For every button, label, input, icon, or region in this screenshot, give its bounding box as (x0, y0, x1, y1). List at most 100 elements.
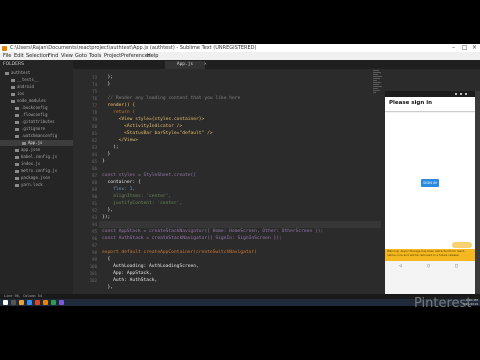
menu-file[interactable]: File (3, 52, 11, 60)
screen-title: Please sign in (389, 100, 433, 106)
code-line: <ActivityIndicator /> (102, 124, 183, 129)
file-icon (15, 176, 19, 180)
browser-icon[interactable] (27, 300, 32, 305)
code-line: }, (102, 285, 114, 290)
code-line: ); (102, 75, 114, 80)
line-number: 93 (92, 215, 97, 220)
menu-find[interactable]: Find (48, 52, 58, 60)
sidebar-item-app-json[interactable]: app.json (15, 147, 40, 153)
file-icon (15, 106, 19, 110)
sidebar-item-flowconfig[interactable]: .flowconfig (15, 112, 48, 118)
code-line: <StatusBar barStyle="default" /> (102, 131, 213, 136)
desktop-screen: C:\Users\Rajan\Documents\reactproject\au… (0, 44, 480, 306)
sublime-icon[interactable] (43, 300, 48, 305)
code-line: App: AppStack, (102, 271, 152, 276)
android-emulator[interactable]: Please sign in SIGN IN Warning: Async St… (385, 91, 475, 294)
sidebar-item-index-js[interactable]: index.js (15, 161, 40, 167)
sidebar-item-babel-config[interactable]: babel.config.js (15, 154, 57, 160)
close-button[interactable]: × (472, 44, 477, 52)
menu-preferences[interactable]: Preferences (121, 52, 150, 60)
line-number: 86 (92, 166, 97, 171)
menu-tools[interactable]: Tools (89, 52, 101, 60)
current-line-highlight (99, 221, 381, 228)
folder-open-icon (5, 71, 9, 75)
warning-chip[interactable] (452, 242, 472, 248)
sidebar-item-tests[interactable]: __tests__ (11, 77, 39, 83)
sidebar-item-package-json[interactable]: package.json (15, 175, 50, 181)
sidebar-item-buckconfig[interactable]: .buckconfig (15, 105, 48, 111)
file-icon (15, 113, 19, 117)
sign-in-button[interactable]: SIGN IN (421, 179, 439, 187)
line-number: 89 (92, 187, 97, 192)
line-number: 75 (92, 89, 97, 94)
sidebar-item-metro-config[interactable]: metro.config.js (15, 168, 57, 174)
wifi-icon (455, 93, 457, 95)
letterbox-top (0, 0, 480, 44)
window-title: C:\Users\Rajan\Documents\reactproject\au… (10, 45, 257, 51)
menu-help[interactable]: Help (147, 52, 158, 60)
line-number: 82 (92, 138, 97, 143)
line-number: 85 (92, 159, 97, 164)
code-line: <View style={styles.container}> (102, 117, 205, 122)
file-icon (15, 127, 19, 131)
chrome-icon[interactable] (35, 300, 40, 305)
line-number: 79 (92, 117, 97, 122)
line-number: 83 (92, 145, 97, 150)
yellowbox-warning[interactable]: Warning: Async Storage has been extracte… (385, 249, 475, 261)
file-icon (15, 155, 19, 159)
minimap[interactable] (373, 69, 383, 139)
file-icon (15, 183, 19, 187)
sidebar-item-app-js[interactable]: App.js (0, 140, 73, 146)
app-icon[interactable] (59, 300, 64, 305)
code-line: const styles = StyleSheet.create({ (102, 173, 197, 178)
minimize-button[interactable]: – (452, 44, 455, 52)
code-line: }); (102, 215, 111, 220)
sidebar-item-node-modules[interactable]: node_modules (11, 98, 46, 104)
signal-icon (460, 93, 462, 95)
code-line: render() { (102, 103, 136, 108)
code-line: }, (102, 208, 114, 213)
menu-goto[interactable]: Goto (75, 52, 87, 60)
code-line: const AuthStack = createStackNavigator({… (102, 236, 282, 241)
line-number: 84 (92, 152, 97, 157)
back-icon[interactable]: ◁ (399, 263, 402, 269)
search-icon[interactable] (11, 300, 16, 305)
folder-icon[interactable] (19, 300, 24, 305)
sidebar-item-gitignore[interactable]: .gitignore (15, 126, 45, 132)
windows-taskbar: 1:04 PM 6/25/2019 (0, 298, 480, 306)
sidebar-item-watchmanconfig[interactable]: .watchmanconfig (15, 133, 57, 139)
emulator-toolbar[interactable] (475, 91, 480, 294)
line-number: 97 (92, 243, 97, 248)
recents-icon[interactable]: □ (455, 263, 458, 269)
line-number: 88 (92, 180, 97, 185)
tab-close-icon[interactable]: × (204, 61, 207, 69)
menu-view[interactable]: View (61, 52, 73, 60)
sidebar-item-android[interactable]: android (11, 84, 34, 90)
line-number: 87 (92, 173, 97, 178)
maximize-button[interactable]: □ (462, 44, 468, 52)
sidebar-item-ios[interactable]: ios (11, 91, 24, 97)
start-icon[interactable] (3, 300, 8, 305)
code-line: AuthLoading: AuthLoadingScreen, (102, 264, 199, 269)
tab-app-js[interactable]: App.js (165, 61, 205, 69)
sidebar-item-gitattributes[interactable]: .gitattributes (15, 119, 55, 125)
sidebar-item-yarn-lock[interactable]: yarn.lock (15, 182, 43, 188)
file-icon (15, 162, 19, 166)
line-number: 102 (89, 278, 97, 283)
menu-project[interactable]: Project (104, 52, 121, 60)
line-number: 92 (92, 208, 97, 213)
line-number: 80 (92, 124, 97, 129)
menu-selection[interactable]: Selection (26, 52, 49, 60)
menu-edit[interactable]: Edit (14, 52, 24, 60)
phone-header: Please sign in (385, 97, 475, 111)
terminal-icon[interactable] (51, 300, 56, 305)
file-icon (15, 120, 19, 124)
sidebar-item-authtest[interactable]: authtest (5, 70, 30, 76)
code-line: Auth: AuthStack, (102, 278, 158, 283)
code-line: return ( (102, 110, 136, 115)
code-line: // Render any loading content that you l… (102, 96, 241, 101)
code-line: flex: 1, (102, 187, 136, 192)
home-icon[interactable]: ○ (427, 263, 430, 269)
folder-icon (11, 92, 15, 96)
code-line: const AppStack = createStackNavigator({ … (102, 229, 324, 234)
